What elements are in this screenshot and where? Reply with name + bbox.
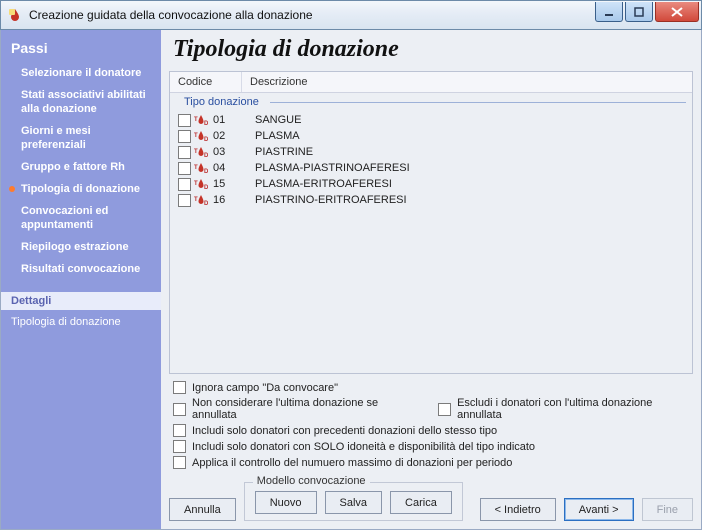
- steps-header: Passi: [11, 40, 151, 56]
- checkbox[interactable]: [173, 440, 186, 453]
- checkbox[interactable]: [173, 456, 186, 469]
- row-checkbox[interactable]: [178, 194, 191, 207]
- svg-text:T: T: [194, 165, 198, 171]
- svg-text:D: D: [204, 137, 208, 142]
- row-code: 03: [211, 146, 245, 158]
- row-desc: PIASTRINE: [245, 146, 692, 158]
- opt-label: Non considerare l'ultima donazione se an…: [192, 397, 415, 421]
- svg-text:T: T: [194, 133, 198, 139]
- opt-label: Applica il controllo del numuero massimo…: [192, 457, 512, 469]
- opt-same-type[interactable]: Includi solo donatori con precedenti don…: [173, 424, 689, 437]
- svg-text:D: D: [204, 185, 208, 190]
- opt-solo-idoneita[interactable]: Includi solo donatori con SOLO idoneità …: [173, 440, 689, 453]
- page-title: Tipologia di donazione: [173, 36, 693, 63]
- row-desc: PIASTRINO-ERITROAFERESI: [245, 194, 692, 206]
- details-header: Dettagli: [1, 292, 161, 310]
- bottom-bar: Annulla Modello convocazione Nuovo Salva…: [169, 472, 693, 521]
- sidebar-step[interactable]: Stati associativi abilitati alla donazio…: [1, 84, 161, 120]
- type-rows: TD01SANGUETD02PLASMATD03PIASTRINETD04PLA…: [170, 110, 692, 373]
- sidebar-step[interactable]: Tipologia di donazione: [1, 178, 161, 200]
- model-group: Modello convocazione Nuovo Salva Carica: [244, 482, 463, 521]
- save-button[interactable]: Salva: [325, 491, 383, 514]
- opt-label: Includi solo donatori con precedenti don…: [192, 425, 497, 437]
- row-code: 15: [211, 178, 245, 190]
- details-body: Tipologia di donazione: [1, 310, 161, 334]
- finish-button[interactable]: Fine: [642, 498, 693, 521]
- checkbox[interactable]: [438, 403, 451, 416]
- col-code[interactable]: Codice: [170, 72, 242, 92]
- svg-text:T: T: [194, 197, 198, 203]
- table-row[interactable]: TD03PIASTRINE: [170, 144, 692, 160]
- sidebar-step[interactable]: Gruppo e fattore Rh: [1, 156, 161, 178]
- svg-text:D: D: [204, 201, 208, 206]
- sidebar-step[interactable]: Risultati convocazione: [1, 258, 161, 280]
- checkbox[interactable]: [173, 403, 186, 416]
- donation-type-panel: Codice Descrizione Tipo donazione TD01SA…: [169, 71, 693, 374]
- row-checkbox[interactable]: [178, 162, 191, 175]
- model-group-legend: Modello convocazione: [253, 475, 370, 487]
- sidebar-step[interactable]: Convocazioni ed appuntamenti: [1, 200, 161, 236]
- opt-label: Includi solo donatori con SOLO idoneità …: [192, 441, 535, 453]
- main-panel: Tipologia di donazione Codice Descrizion…: [161, 30, 701, 529]
- row-code: 16: [211, 194, 245, 206]
- blood-drop-icon: TD: [193, 193, 209, 207]
- opt-max-donazioni[interactable]: Applica il controllo del numuero massimo…: [173, 456, 689, 469]
- app-icon: [7, 7, 23, 23]
- svg-text:T: T: [194, 149, 198, 155]
- sidebar-step[interactable]: Giorni e mesi preferenziali: [1, 120, 161, 156]
- close-button[interactable]: [655, 2, 699, 22]
- row-desc: PLASMA-ERITROAFERESI: [245, 178, 692, 190]
- load-button[interactable]: Carica: [390, 491, 452, 514]
- row-code: 02: [211, 130, 245, 142]
- blood-drop-icon: TD: [193, 113, 209, 127]
- titlebar: Creazione guidata della convocazione all…: [0, 0, 702, 30]
- row-desc: SANGUE: [245, 114, 692, 126]
- opt-label: Escludi i donatori con l'ultima donazion…: [457, 397, 689, 421]
- blood-drop-icon: TD: [193, 145, 209, 159]
- svg-text:D: D: [204, 169, 208, 174]
- row-desc: PLASMA: [245, 130, 692, 142]
- table-row[interactable]: TD04PLASMA-PIASTRINOAFERESI: [170, 160, 692, 176]
- blood-drop-icon: TD: [193, 129, 209, 143]
- back-button[interactable]: < Indietro: [480, 498, 556, 521]
- table-row[interactable]: TD02PLASMA: [170, 128, 692, 144]
- sidebar-step[interactable]: Riepilogo estrazione: [1, 236, 161, 258]
- column-headers: Codice Descrizione: [170, 72, 692, 93]
- svg-text:T: T: [194, 181, 198, 187]
- minimize-button[interactable]: [595, 2, 623, 22]
- opt-ignore-da-convocare[interactable]: Ignora campo "Da convocare": [173, 381, 689, 394]
- svg-text:D: D: [204, 153, 208, 158]
- cancel-button[interactable]: Annulla: [169, 498, 236, 521]
- blood-drop-icon: TD: [193, 161, 209, 175]
- row-checkbox[interactable]: [178, 146, 191, 159]
- svg-text:D: D: [204, 121, 208, 126]
- opt-label: Ignora campo "Da convocare": [192, 382, 338, 394]
- svg-text:T: T: [194, 117, 198, 123]
- row-code: 04: [211, 162, 245, 174]
- checkbox[interactable]: [173, 424, 186, 437]
- row-code: 01: [211, 114, 245, 126]
- steps-list: Selezionare il donatoreStati associativi…: [1, 62, 161, 280]
- sidebar: Passi Selezionare il donatoreStati assoc…: [1, 30, 161, 529]
- options-area: Ignora campo "Da convocare" Non consider…: [169, 374, 693, 472]
- maximize-button[interactable]: [625, 2, 653, 22]
- col-desc[interactable]: Descrizione: [242, 72, 692, 92]
- row-checkbox[interactable]: [178, 178, 191, 191]
- new-button[interactable]: Nuovo: [255, 491, 317, 514]
- group-header: Tipo donazione: [170, 93, 692, 110]
- sidebar-step[interactable]: Selezionare il donatore: [1, 62, 161, 84]
- row-checkbox[interactable]: [178, 114, 191, 127]
- blood-drop-icon: TD: [193, 177, 209, 191]
- sidebar-details: Dettagli Tipologia di donazione: [1, 292, 161, 334]
- table-row[interactable]: TD01SANGUE: [170, 112, 692, 128]
- table-row[interactable]: TD15PLASMA-ERITROAFERESI: [170, 176, 692, 192]
- row-desc: PLASMA-PIASTRINOAFERESI: [245, 162, 692, 174]
- checkbox[interactable]: [173, 381, 186, 394]
- table-row[interactable]: TD16PIASTRINO-ERITROAFERESI: [170, 192, 692, 208]
- next-button[interactable]: Avanti >: [564, 498, 634, 521]
- row-checkbox[interactable]: [178, 130, 191, 143]
- client-area: Passi Selezionare il donatoreStati assoc…: [0, 30, 702, 530]
- window-buttons: [593, 2, 699, 22]
